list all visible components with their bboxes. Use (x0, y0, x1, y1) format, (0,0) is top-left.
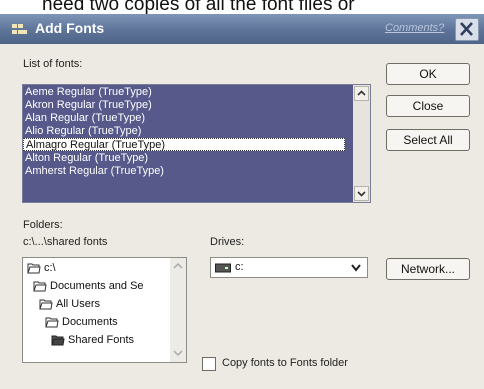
font-list-item[interactable]: Amherst Regular (TrueType) (25, 165, 345, 178)
folder-label: All Users (56, 298, 101, 310)
drive-icon (215, 263, 231, 273)
folder-label: c:\ (44, 262, 56, 274)
folder-item-documents-and-settings[interactable]: Documents and Se (33, 280, 144, 292)
ok-button[interactable]: OK (386, 63, 470, 85)
comments-link[interactable]: Comments? (385, 22, 444, 34)
font-list-item[interactable]: Alio Regular (TrueType) (25, 125, 345, 138)
drives-value: c: (235, 261, 244, 273)
folder-tree-scrollbar[interactable] (170, 258, 186, 362)
scroll-up-icon (173, 262, 183, 269)
folder-item-c[interactable]: c:\ (27, 262, 56, 274)
copy-fonts-checkbox[interactable] (202, 357, 216, 371)
font-list-item[interactable]: Alan Regular (TrueType) (25, 112, 345, 125)
font-list-label: List of fonts: (23, 58, 82, 70)
folder-open-icon (45, 317, 59, 328)
folders-path: c:\...\shared fonts (23, 236, 108, 248)
folder-label: Documents (62, 316, 118, 328)
folder-open-icon (51, 335, 65, 346)
folder-item-all-users[interactable]: All Users (39, 298, 100, 310)
font-list-item[interactable]: Aeme Regular (TrueType) (25, 86, 345, 99)
page-caption-fragment: need two copies of all the font files or (42, 0, 355, 14)
close-window-button[interactable] (455, 18, 479, 41)
font-list-scrollbar[interactable] (353, 85, 370, 202)
network-button[interactable]: Network... (386, 258, 470, 280)
scroll-down-icon (357, 191, 366, 197)
scroll-up-icon (357, 90, 366, 96)
scroll-down-button[interactable] (354, 186, 369, 201)
drives-select[interactable]: c: (210, 257, 368, 278)
font-list-item[interactable]: Akron Regular (TrueType) (25, 99, 345, 112)
copy-fonts-label[interactable]: Copy fonts to Fonts folder (222, 357, 348, 369)
folder-label: Shared Fonts (68, 334, 135, 346)
window-title: Add Fonts (35, 20, 105, 36)
folder-tree[interactable]: c:\ Documents and Se All Users Documents… (22, 257, 187, 363)
folder-open-icon (33, 281, 47, 292)
folder-open-icon (27, 263, 41, 274)
select-all-button[interactable]: Select All (386, 129, 470, 151)
close-icon (460, 22, 473, 36)
chevron-down-icon (351, 264, 361, 272)
scroll-up-button[interactable] (354, 86, 369, 101)
folder-label: Documents and Se (50, 280, 144, 292)
font-list-item[interactable]: Alton Regular (TrueType) (25, 152, 345, 165)
title-bar[interactable]: Add Fonts Comments? (0, 14, 484, 44)
font-list-item-selected[interactable]: Almagro Regular (TrueType) (23, 138, 345, 151)
drives-label: Drives: (210, 236, 245, 248)
folders-label: Folders: (23, 219, 63, 231)
font-list-label-text: List of fonts: (23, 58, 83, 70)
folder-item-shared-fonts[interactable]: Shared Fonts (51, 334, 134, 346)
close-button[interactable]: Close (386, 95, 470, 117)
scroll-down-icon (173, 350, 183, 357)
folder-item-documents[interactable]: Documents (45, 316, 118, 328)
app-icon (12, 23, 28, 35)
folder-open-icon (39, 299, 53, 310)
font-list[interactable]: Aeme Regular (TrueType) Akron Regular (T… (22, 84, 371, 203)
add-fonts-dialog: Add Fonts Comments? List of fonts: Aeme … (0, 14, 484, 389)
